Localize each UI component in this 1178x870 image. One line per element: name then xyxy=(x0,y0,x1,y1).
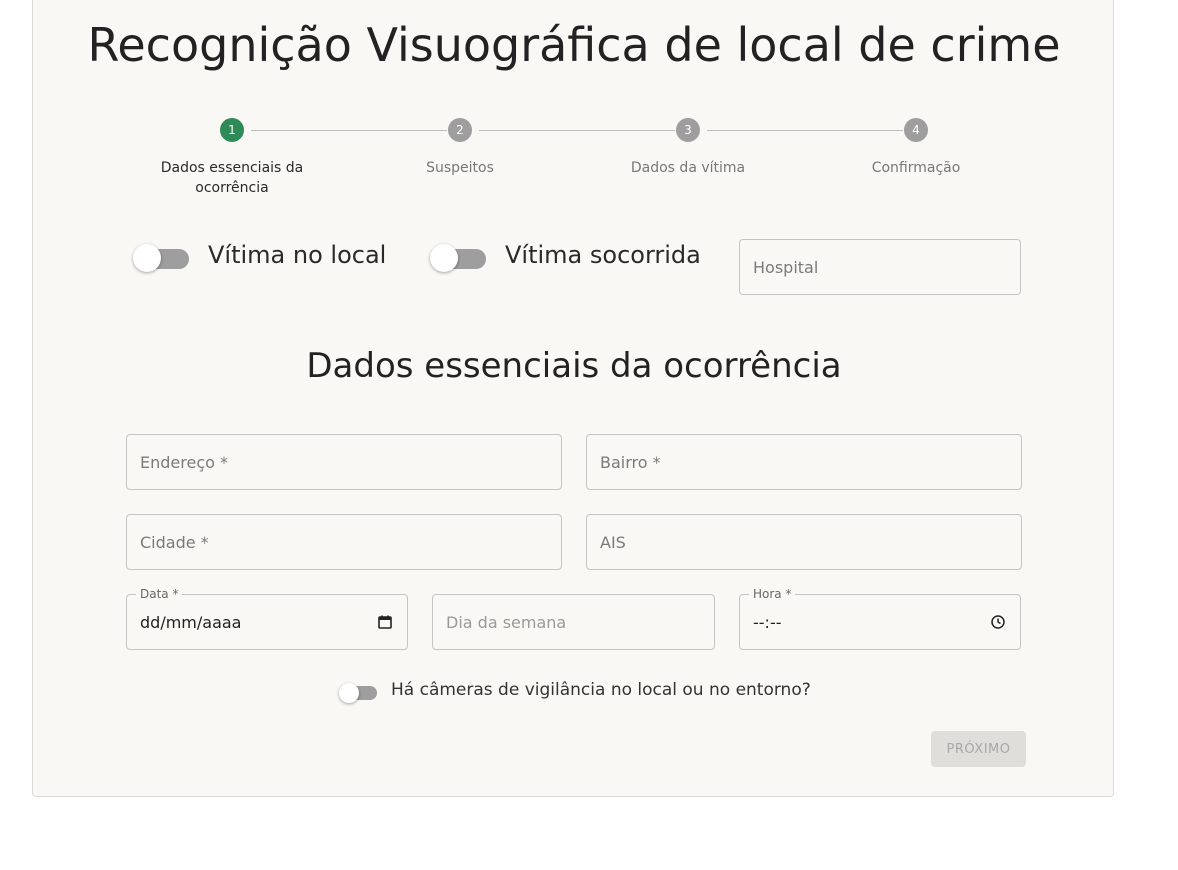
hora-field[interactable]: Hora * --:-- xyxy=(739,587,1021,650)
cameras-label: Há câmeras de vigilância no local ou no … xyxy=(391,680,811,700)
data-field[interactable]: Data * dd/mm/aaaa xyxy=(126,587,408,650)
step-connector xyxy=(479,130,675,131)
vitima-no-local-toggle[interactable] xyxy=(133,240,189,272)
toggle-thumb xyxy=(430,244,458,272)
ais-field[interactable]: AIS xyxy=(586,514,1022,570)
hospital-field[interactable]: Hospital xyxy=(739,239,1021,295)
endereco-placeholder: Endereço * xyxy=(140,453,228,472)
hospital-placeholder: Hospital xyxy=(753,258,819,277)
step-4-label: Confirmação xyxy=(871,160,961,176)
form-card: Recognição Visuográfica de local de crim… xyxy=(32,0,1114,797)
cidade-placeholder: Cidade * xyxy=(140,533,209,552)
endereco-field[interactable]: Endereço * xyxy=(126,434,562,490)
cameras-toggle[interactable] xyxy=(339,679,379,707)
step-1-label: Dados essenciais da ocorrência xyxy=(160,160,304,196)
bairro-field[interactable]: Bairro * xyxy=(586,434,1022,490)
page-title: Recognição Visuográfica de local de crim… xyxy=(87,18,1061,72)
step-2-indicator[interactable]: 2 xyxy=(448,118,472,142)
step-2-label: Suspeitos xyxy=(426,160,494,176)
vitima-no-local-label: Vítima no local xyxy=(208,241,387,269)
hora-label: Hora * xyxy=(749,587,796,601)
bairro-placeholder: Bairro * xyxy=(600,453,661,472)
step-3-label: Dados da vítima xyxy=(630,160,746,176)
toggle-thumb xyxy=(133,244,161,272)
data-value: dd/mm/aaaa xyxy=(140,613,242,632)
dia-semana-placeholder: Dia da semana xyxy=(446,613,567,632)
step-connector xyxy=(707,130,903,131)
toggle-thumb xyxy=(339,683,359,703)
vitima-socorrida-toggle[interactable] xyxy=(430,240,486,272)
next-button[interactable]: PRÓXIMO xyxy=(931,731,1026,767)
cidade-field[interactable]: Cidade * xyxy=(126,514,562,570)
step-4-indicator[interactable]: 4 xyxy=(904,118,928,142)
vitima-socorrida-label: Vítima socorrida xyxy=(505,241,701,269)
step-connector xyxy=(251,130,447,131)
dia-semana-field[interactable]: Dia da semana xyxy=(432,594,715,650)
step-3-indicator[interactable]: 3 xyxy=(676,118,700,142)
hora-value: --:-- xyxy=(753,613,782,632)
ais-placeholder: AIS xyxy=(600,533,626,552)
clock-icon[interactable] xyxy=(990,614,1006,630)
data-label: Data * xyxy=(136,587,183,601)
step-1-indicator[interactable]: 1 xyxy=(220,118,244,142)
section-title: Dados essenciais da ocorrência xyxy=(306,346,842,386)
calendar-icon[interactable] xyxy=(377,614,393,630)
